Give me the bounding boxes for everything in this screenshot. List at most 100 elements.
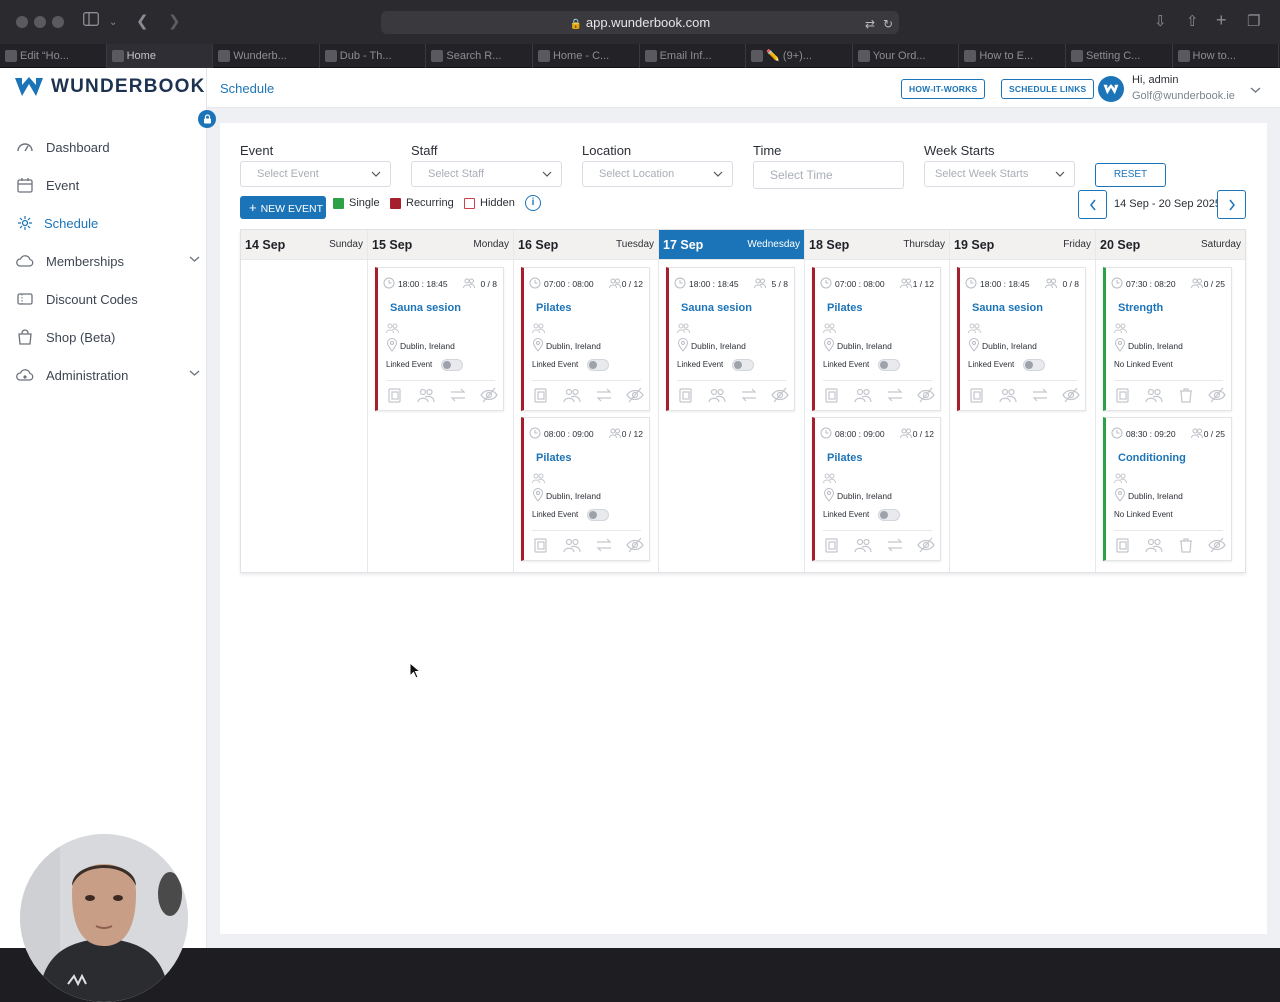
browser-tab[interactable]: How to E...	[959, 44, 1066, 68]
event-card[interactable]: 07:00 : 08:00 1 / 12 Pilates Dublin, Irelan…	[812, 267, 941, 411]
breadcrumb[interactable]: Schedule	[220, 81, 274, 96]
event-title[interactable]: Strength	[1118, 302, 1163, 314]
day-header[interactable]: 17 Sep Wednesday	[659, 230, 804, 260]
linked-event-toggle[interactable]	[441, 359, 463, 371]
hide-icon[interactable]	[771, 386, 789, 404]
time-input[interactable]: Select Time	[753, 161, 904, 189]
browser-tab[interactable]: Setting C...	[1066, 44, 1173, 68]
browser-tab[interactable]: Wunderb...	[213, 44, 320, 68]
sidebar-item-shop-beta[interactable]: Shop (Beta)	[16, 326, 200, 348]
browser-tab[interactable]: Email Inf...	[640, 44, 747, 68]
event-title[interactable]: Pilates	[827, 302, 862, 314]
linked-event-toggle[interactable]	[732, 359, 754, 371]
schedule-links-button[interactable]: SCHEDULE LINKS	[1001, 79, 1095, 99]
day-header[interactable]: 19 Sep Friday	[950, 230, 1095, 260]
sidebar-item-discount-codes[interactable]: Discount Codes	[16, 288, 200, 310]
address-bar[interactable]: 🔒 app.wunderbook.com ⇄ ↻	[381, 11, 899, 34]
copy-icon[interactable]	[532, 536, 550, 554]
event-title[interactable]: Pilates	[536, 302, 571, 314]
sidebar-item-memberships[interactable]: Memberships	[16, 250, 200, 272]
copy-icon[interactable]	[1114, 536, 1132, 554]
share-icon[interactable]: ⇧	[1186, 12, 1199, 32]
linked-event-toggle[interactable]	[587, 359, 609, 371]
event-card[interactable]: 08:00 : 09:00 0 / 12 Pilates Dublin, Irelan…	[521, 417, 650, 561]
swap-icon[interactable]	[595, 536, 613, 554]
sidebar-item-administration[interactable]: Administration	[16, 364, 200, 386]
window-zoom-button[interactable]	[52, 16, 64, 28]
previous-week-button[interactable]	[1078, 190, 1107, 219]
event-title[interactable]: Pilates	[827, 452, 862, 464]
event-title[interactable]: Conditioning	[1118, 452, 1186, 464]
copy-icon[interactable]	[677, 386, 695, 404]
delete-icon[interactable]	[1177, 386, 1195, 404]
hide-icon[interactable]	[1062, 386, 1080, 404]
hide-icon[interactable]	[917, 386, 935, 404]
attendees-icon[interactable]	[708, 386, 726, 404]
day-header[interactable]: 20 Sep Saturday	[1096, 230, 1245, 260]
window-close-button[interactable]	[16, 16, 28, 28]
event-card[interactable]: 18:00 : 18:45 5 / 8 Sauna sesion Dublin, Ir…	[666, 267, 795, 411]
event-card[interactable]: 07:30 : 08:20 0 / 25 Strength Dublin, Irela…	[1103, 267, 1232, 411]
event-card[interactable]: 07:00 : 08:00 0 / 12 Pilates Dublin, Irelan…	[521, 267, 650, 411]
hide-icon[interactable]	[1208, 536, 1226, 554]
new-tab-icon[interactable]: +	[1216, 10, 1227, 30]
attendees-icon[interactable]	[563, 386, 581, 404]
event-title[interactable]: Pilates	[536, 452, 571, 464]
how-it-works-button[interactable]: HOW-IT-WORKS	[901, 79, 986, 99]
swap-icon[interactable]	[886, 536, 904, 554]
day-header[interactable]: 14 Sep Sunday	[241, 230, 367, 260]
browser-tab[interactable]: Your Ord...	[853, 44, 960, 68]
attendees-icon[interactable]	[417, 386, 435, 404]
translate-icon[interactable]: ⇄	[865, 13, 875, 36]
event-title[interactable]: Sauna sesion	[681, 302, 752, 314]
swap-icon[interactable]	[740, 386, 758, 404]
location-select[interactable]: Select Location	[582, 161, 733, 187]
week-starts-select[interactable]: Select Week Starts	[924, 161, 1075, 187]
event-title[interactable]: Sauna sesion	[972, 302, 1043, 314]
linked-event-toggle[interactable]	[878, 359, 900, 371]
browser-tab[interactable]: Home - C...	[533, 44, 640, 68]
browser-tab[interactable]: ✏️ (9+)...	[746, 44, 853, 68]
swap-icon[interactable]	[886, 386, 904, 404]
event-card[interactable]: 08:00 : 09:00 0 / 12 Pilates Dublin, Irelan…	[812, 417, 941, 561]
day-header[interactable]: 16 Sep Tuesday	[514, 230, 658, 260]
copy-icon[interactable]	[823, 386, 841, 404]
hide-icon[interactable]	[917, 536, 935, 554]
linked-event-toggle[interactable]	[1023, 359, 1045, 371]
hide-icon[interactable]	[626, 536, 644, 554]
hide-icon[interactable]	[626, 386, 644, 404]
attendees-icon[interactable]	[854, 536, 872, 554]
lock-icon[interactable]	[198, 110, 216, 128]
download-icon[interactable]: ⇩	[1154, 12, 1167, 32]
hide-icon[interactable]	[1208, 386, 1226, 404]
linked-event-toggle[interactable]	[878, 509, 900, 521]
browser-tab[interactable]: Home	[106, 44, 214, 68]
copy-icon[interactable]	[532, 386, 550, 404]
browser-tab[interactable]: Search R...	[426, 44, 533, 68]
copy-icon[interactable]	[968, 386, 986, 404]
event-card[interactable]: 08:30 : 09:20 0 / 25 Conditioning Dublin, I…	[1103, 417, 1232, 561]
sidebar-item-event[interactable]: Event	[16, 174, 200, 196]
attendees-icon[interactable]	[854, 386, 872, 404]
day-header[interactable]: 15 Sep Monday	[368, 230, 513, 260]
chevron-down-icon[interactable]: ⌄	[109, 13, 117, 33]
browser-tab[interactable]: Edit “Ho...	[0, 44, 107, 68]
avatar[interactable]	[1098, 76, 1124, 102]
hide-icon[interactable]	[480, 386, 498, 404]
brand-logo[interactable]: WUNDERBOOK	[14, 76, 206, 98]
attendees-icon[interactable]	[999, 386, 1017, 404]
swap-icon[interactable]	[595, 386, 613, 404]
day-header[interactable]: 18 Sep Thursday	[805, 230, 949, 260]
delete-icon[interactable]	[1177, 536, 1195, 554]
browser-tab[interactable]: Dub - Th...	[320, 44, 427, 68]
window-minimize-button[interactable]	[34, 16, 46, 28]
back-icon[interactable]: ❮	[136, 12, 149, 32]
info-icon[interactable]: i	[525, 195, 541, 211]
staff-select[interactable]: Select Staff	[411, 161, 562, 187]
reload-icon[interactable]: ↻	[883, 13, 893, 36]
event-card[interactable]: 18:00 : 18:45 0 / 8 Sauna sesion Dublin, Ir…	[957, 267, 1086, 411]
forward-icon[interactable]: ❯	[168, 12, 181, 32]
sidebar-item-dashboard[interactable]: Dashboard	[16, 136, 200, 158]
user-menu-chevron-icon[interactable]	[1250, 81, 1261, 99]
attendees-icon[interactable]	[563, 536, 581, 554]
